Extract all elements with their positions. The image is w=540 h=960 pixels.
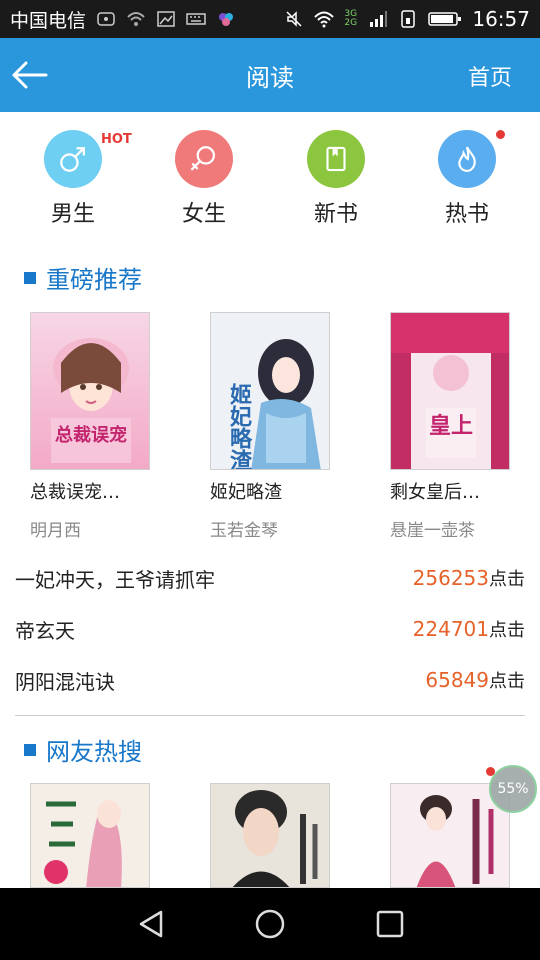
category-row: 男生 HOT 女生 新书 热书 (0, 126, 540, 236)
system-nav-bar (0, 888, 540, 960)
book-cover[interactable]: 总裁误宠 (30, 312, 150, 470)
section-title: 网友热搜 (46, 738, 142, 766)
category-hot-books[interactable]: 热书 (422, 130, 512, 228)
section-marker (24, 271, 36, 284)
book-title: 剩女皇后… (390, 482, 480, 503)
flame-icon (438, 130, 496, 188)
ranking-title: 帝玄天 (15, 618, 75, 643)
status-bar: 中国电信 3G 2G 16:57 (0, 0, 540, 38)
category-female[interactable]: 女生 (159, 130, 249, 228)
book-cover[interactable]: 皇上 (390, 312, 510, 470)
cover-title: 皇上 (429, 413, 473, 439)
click-count: 224701 (412, 617, 489, 641)
book-card[interactable]: 总裁误宠 总裁误宠… 明月西 (30, 312, 150, 541)
book-title: 姬妃略渣 (210, 482, 282, 503)
category-label: 新书 (313, 202, 358, 227)
cover-title: 总裁误宠 (55, 424, 127, 446)
book-author: 明月西 (30, 521, 81, 541)
book-cover[interactable]: 姬妃略渣 (210, 312, 330, 470)
nav-back-icon[interactable] (133, 906, 169, 942)
nav-home-icon[interactable] (252, 906, 288, 942)
book-author: 玉若金琴 (210, 521, 278, 541)
home-link[interactable]: 首页 (468, 60, 512, 92)
wifi-question-icon (126, 9, 146, 29)
category-label: 热书 (444, 202, 489, 227)
section-header-recommend: 重磅推荐 (24, 260, 142, 295)
network-type-label: 3G 2G (344, 9, 358, 28)
category-label: 男生 (50, 202, 95, 227)
click-unit: 点击 (489, 569, 525, 590)
click-count: 65849 (425, 668, 489, 692)
mute-icon (284, 9, 304, 29)
clock: 16:57 (472, 7, 530, 31)
keyboard-icon (186, 9, 206, 29)
book-cover[interactable] (210, 783, 330, 888)
wifi-icon (314, 9, 335, 29)
click-unit: 点击 (489, 671, 525, 692)
sim-icon (398, 9, 418, 29)
category-label: 女生 (181, 202, 226, 227)
book-card[interactable] (30, 783, 150, 888)
cover-title: 姬妃略渣 (226, 382, 252, 470)
click-unit: 点击 (489, 620, 525, 641)
category-new-books[interactable]: 新书 (291, 130, 381, 228)
ranking-row[interactable]: 帝玄天 224701 点击 (15, 609, 525, 649)
floating-progress-badge[interactable]: 55% (489, 765, 537, 813)
carrier-label: 中国电信 (10, 9, 87, 32)
section-marker (24, 743, 36, 756)
app-icon (216, 9, 236, 29)
image-icon (156, 9, 176, 29)
ranking-row[interactable]: 一妃冲天，王爷请抓牢 256253 点击 (15, 558, 525, 598)
section-divider (15, 715, 525, 716)
ranking-row[interactable]: 阴阳混沌诀 65849 点击 (15, 660, 525, 700)
book-card[interactable]: 姬妃略渣 姬妃略渣 玉若金琴 (210, 312, 330, 541)
click-count: 256253 (412, 566, 489, 590)
signal-icon (368, 9, 388, 29)
book-card[interactable] (210, 783, 330, 888)
female-icon (175, 130, 233, 188)
notification-icon (96, 9, 116, 29)
male-icon (44, 130, 102, 188)
hot-badge: HOT (101, 132, 132, 147)
book-title: 总裁误宠… (30, 482, 120, 503)
book-author: 悬崖一壶茶 (390, 521, 475, 541)
page-title: 阅读 (246, 64, 294, 92)
battery-icon (428, 9, 462, 29)
section-title: 重磅推荐 (46, 266, 142, 294)
ranking-title: 阴阳混沌诀 (15, 669, 115, 694)
book-card[interactable]: 皇上 剩女皇后… 悬崖一壶茶 (390, 312, 510, 541)
new-dot-indicator (496, 130, 505, 139)
section-header-hotsearch: 网友热搜 (24, 732, 142, 767)
nav-recents-icon[interactable] (372, 906, 408, 942)
book-icon (307, 130, 365, 188)
app-header: 阅读 首页 (0, 38, 540, 112)
ranking-title: 一妃冲天，王爷请抓牢 (15, 567, 215, 592)
book-cover[interactable] (30, 783, 150, 888)
